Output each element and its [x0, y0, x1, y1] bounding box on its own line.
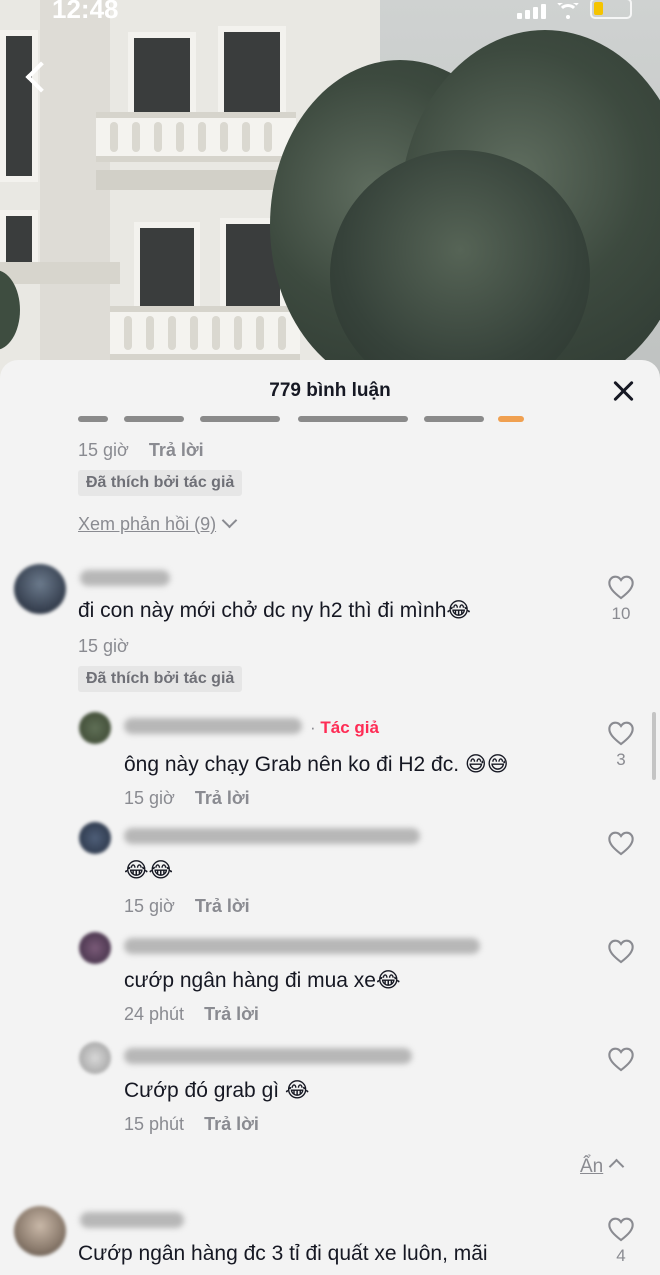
like-count: 4 — [616, 1246, 626, 1265]
reply-text: cướp ngân hàng đi mua xe😂 — [124, 969, 401, 992]
heart-outline-icon — [608, 721, 634, 746]
comment-meta: 15 giờ Trả lời — [78, 440, 204, 461]
comment-count-title: 779 bình luận — [269, 380, 391, 401]
scrollbar[interactable] — [652, 712, 656, 780]
like-button[interactable]: 10 — [601, 574, 641, 624]
username-blurred[interactable] — [80, 570, 170, 586]
author-tag: Tác giả — [310, 718, 379, 738]
heart-outline-icon — [608, 1217, 634, 1242]
comment-meta: 15 giờ Trả lời — [124, 896, 250, 917]
chevron-down-icon — [221, 512, 238, 529]
reply-text: Cướp đó grab gì 😂 — [124, 1079, 310, 1102]
username-blurred[interactable] — [80, 1212, 184, 1228]
comment-meta: 15 giờ — [78, 636, 129, 657]
reply-button[interactable]: Trả lời — [204, 1004, 259, 1024]
username-blurred[interactable] — [124, 1048, 412, 1064]
comment-time: 15 giờ — [124, 788, 175, 808]
avatar[interactable] — [14, 1206, 66, 1256]
status-time: 12:48 — [52, 0, 119, 24]
truncated-comment-text — [78, 416, 528, 428]
like-button[interactable] — [601, 830, 641, 856]
comment-meta: 15 giờ Trả lời — [124, 788, 250, 809]
like-button[interactable] — [601, 938, 641, 964]
comment-time: 15 giờ — [78, 440, 129, 460]
heart-outline-icon — [608, 575, 634, 600]
comment-meta: 15 phút Trả lời — [124, 1114, 259, 1135]
reply-button[interactable]: Trả lời — [204, 1114, 259, 1134]
avatar[interactable] — [79, 1042, 111, 1074]
comment-time: 24 phút — [124, 1004, 185, 1024]
like-count: 10 — [611, 604, 631, 623]
view-replies-label: Xem phản hồi (9) — [78, 514, 217, 534]
comments-sheet: 779 bình luận 15 giờ Trả lời Đã thích bởi… — [0, 360, 660, 1275]
comment-time: 15 giờ — [124, 896, 175, 916]
comment-meta: 24 phút Trả lời — [124, 1004, 259, 1025]
hide-replies-button[interactable]: Ẩn — [580, 1156, 625, 1178]
username-blurred[interactable] — [124, 828, 420, 844]
avatar[interactable] — [14, 564, 66, 614]
view-replies-button[interactable]: Xem phản hồi (9) — [78, 512, 238, 535]
comment-text: đi con này mới chở dc ny h2 thì đi mình😂 — [78, 599, 471, 622]
status-bar: 12:48 — [0, 0, 660, 34]
close-icon[interactable] — [612, 380, 634, 402]
reply-button[interactable]: Trả lời — [195, 788, 250, 808]
like-button[interactable]: 3 — [601, 720, 641, 770]
avatar[interactable] — [79, 932, 111, 964]
reply-text: ông này chạy Grab nên ko đi H2 đc. 😅😅 — [124, 753, 509, 776]
signal-icon — [517, 4, 546, 19]
comment-time: 15 phút — [124, 1114, 185, 1134]
heart-outline-icon — [608, 1047, 634, 1072]
like-count: 3 — [616, 750, 626, 769]
heart-outline-icon — [608, 831, 634, 856]
username-blurred[interactable] — [124, 718, 302, 734]
sheet-header: 779 bình luận — [0, 360, 660, 422]
avatar[interactable] — [79, 822, 111, 854]
comment-text: Cướp ngân hàng đc 3 tỉ đi quất xe luôn, … — [78, 1242, 488, 1265]
reply-text: 😂😂 — [124, 858, 174, 882]
like-button[interactable] — [601, 1046, 641, 1072]
back-chevron-icon[interactable] — [14, 58, 57, 102]
heart-outline-icon — [608, 939, 634, 964]
chevron-up-icon — [608, 1158, 625, 1175]
liked-by-creator-badge: Đã thích bởi tác giả — [78, 666, 243, 692]
comment-time: 15 giờ — [78, 636, 129, 656]
reply-button[interactable]: Trả lời — [149, 440, 204, 460]
battery-icon — [590, 0, 632, 19]
avatar[interactable] — [79, 712, 111, 744]
liked-by-creator-badge: Đã thích bởi tác giả — [78, 470, 243, 496]
wifi-icon — [556, 3, 580, 19]
username-blurred[interactable] — [124, 938, 480, 954]
reply-button[interactable]: Trả lời — [195, 896, 250, 916]
video-background[interactable] — [0, 0, 660, 380]
like-button[interactable]: 4 — [601, 1216, 641, 1266]
hide-replies-label: Ẩn — [580, 1156, 604, 1177]
